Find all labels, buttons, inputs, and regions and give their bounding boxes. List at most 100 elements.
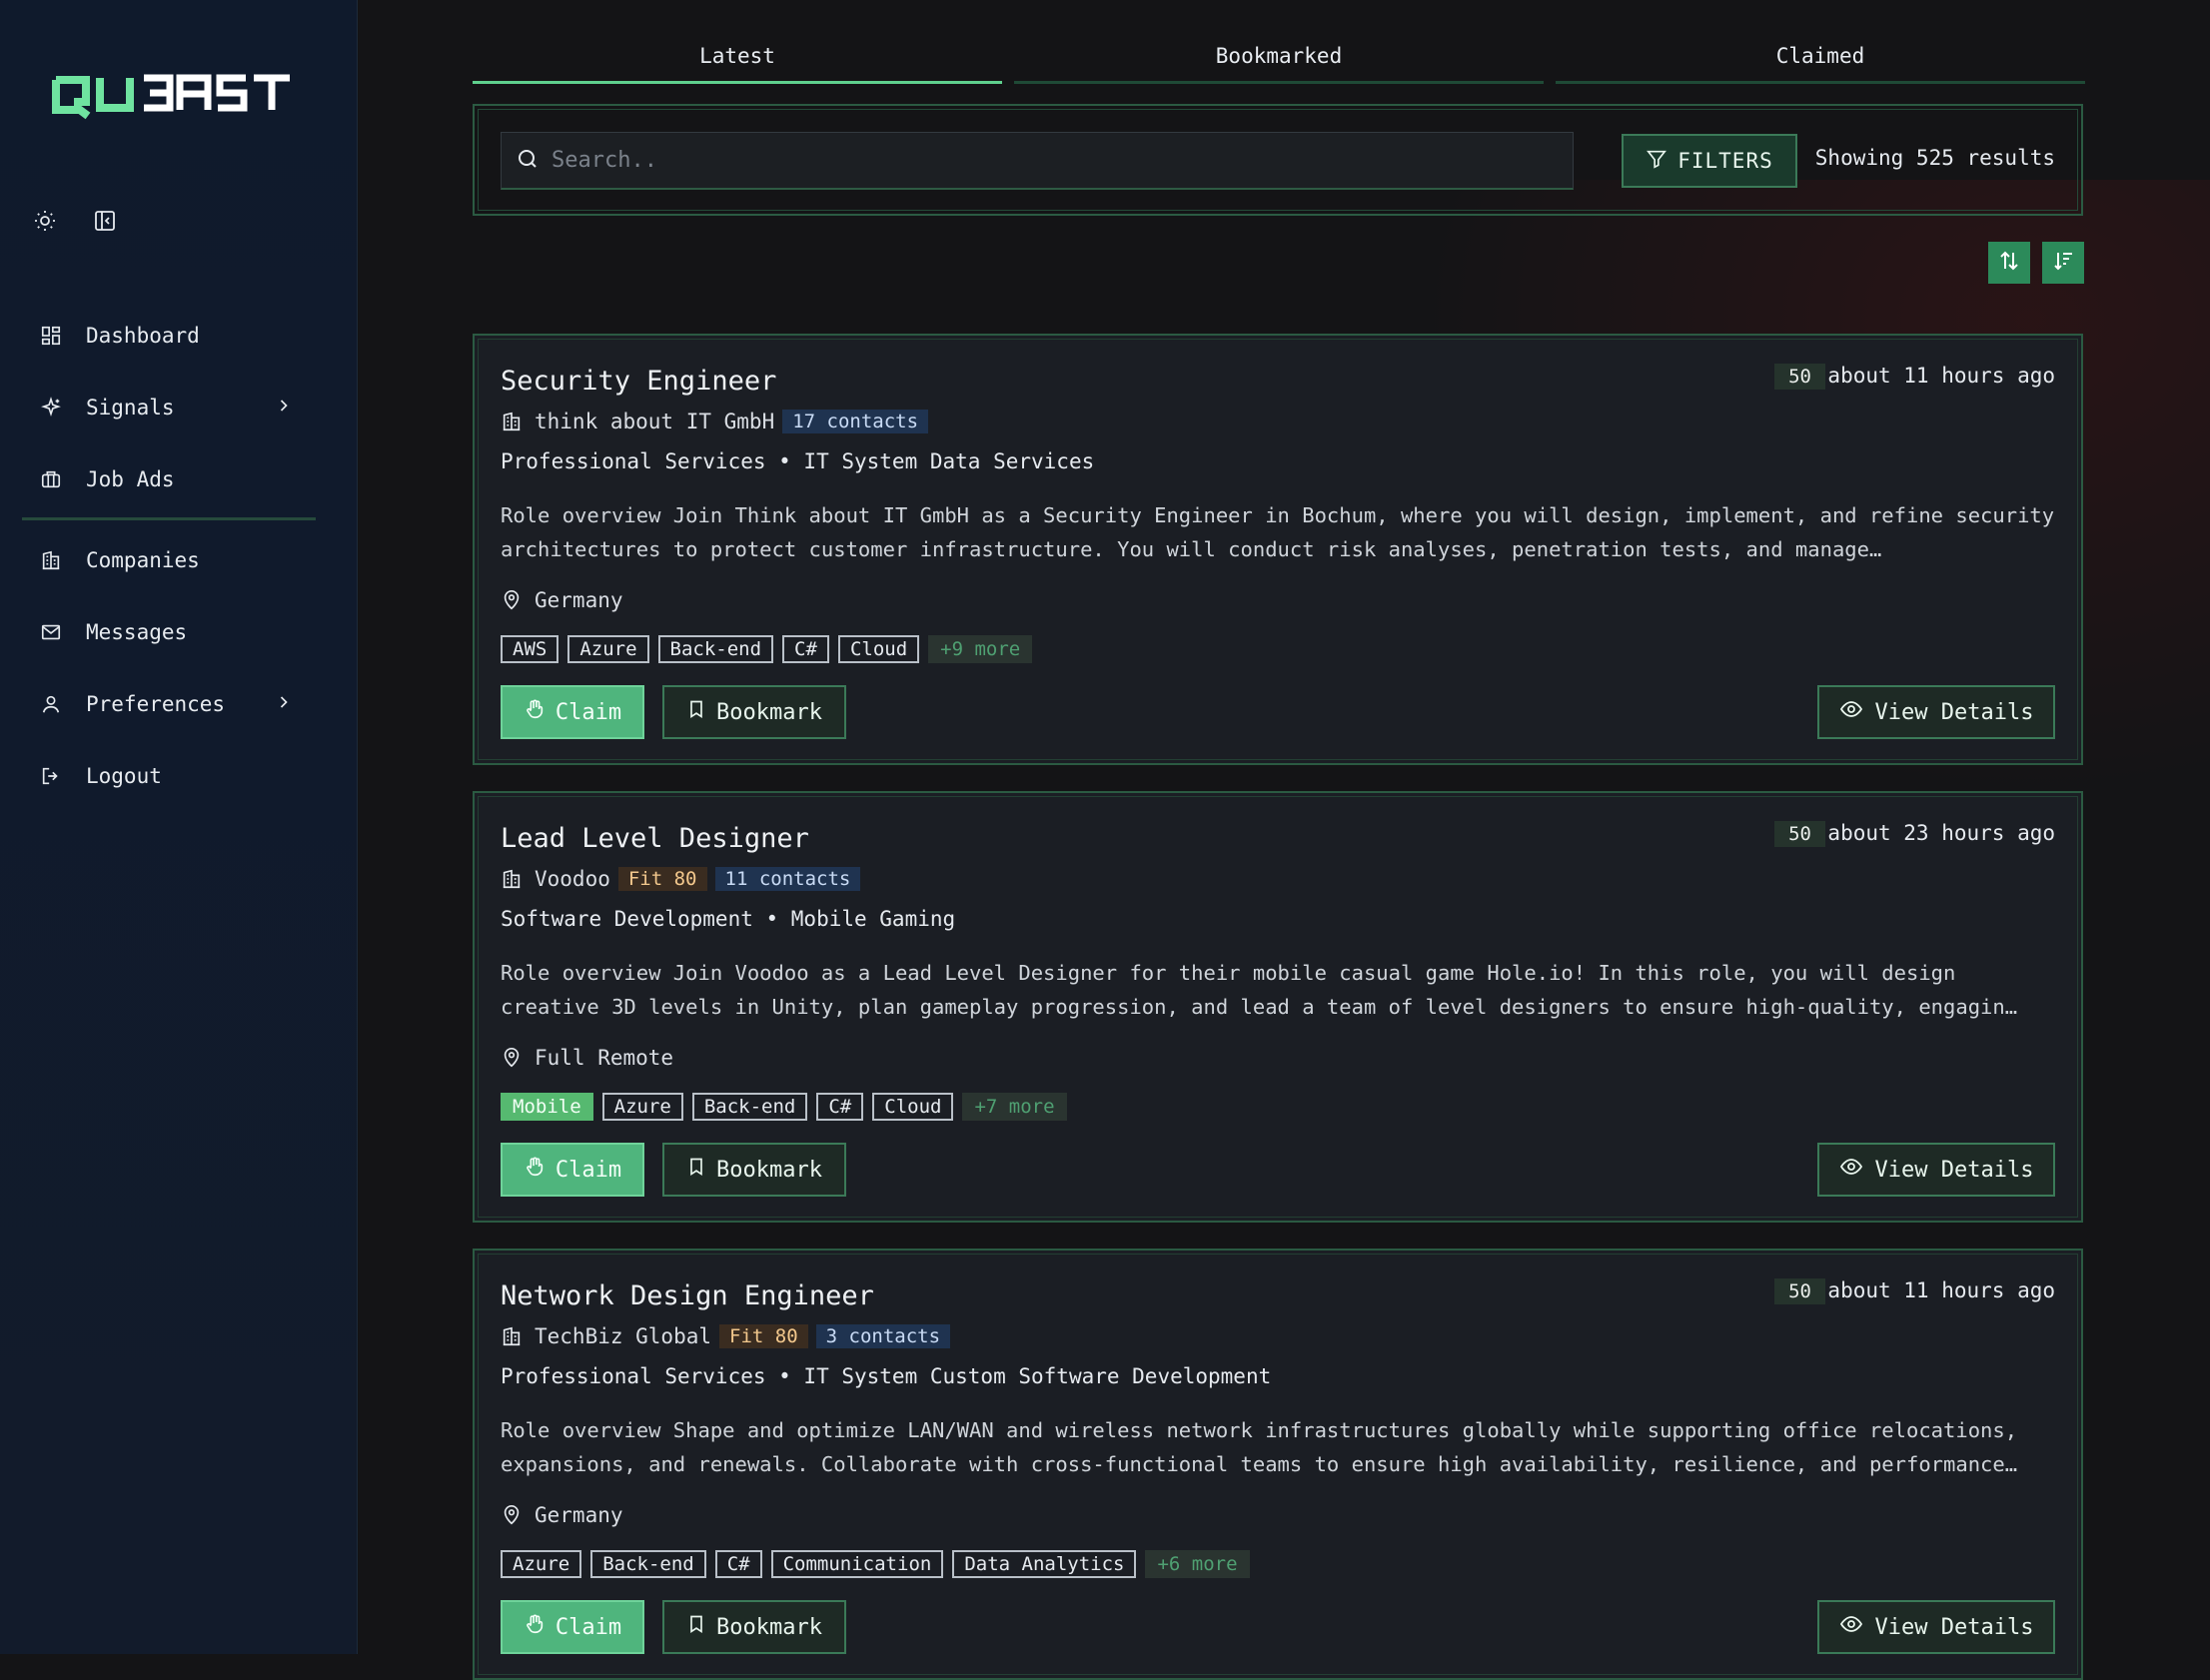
filters-label: FILTERS — [1677, 149, 1773, 173]
contacts-badge[interactable]: 11 contacts — [714, 867, 861, 891]
location-row: Germany — [501, 1503, 623, 1527]
location-row: Germany — [501, 588, 623, 612]
job-title[interactable]: Security Engineer — [501, 366, 776, 397]
contacts-badge[interactable]: 17 contacts — [782, 410, 929, 433]
hand-icon — [524, 1156, 546, 1184]
sidebar-item-dashboard[interactable]: Dashboard — [22, 300, 316, 372]
sidebar-item-preferences[interactable]: Preferences — [22, 668, 316, 740]
sidebar-item-messages[interactable]: Messages — [22, 596, 316, 668]
sort-field-button[interactable] — [2042, 242, 2084, 284]
hand-icon — [524, 698, 546, 726]
job-card[interactable]: Lead Level Designer 50 about 23 hours ag… — [473, 791, 2083, 1223]
company-name[interactable]: think about IT GmbH — [535, 410, 774, 433]
sidebar-item-label: Preferences — [86, 692, 226, 716]
industry-text: Software Development • Mobile Gaming — [501, 907, 956, 931]
skill-tag: Back-end — [691, 1093, 808, 1121]
theme-toggle-sun-icon[interactable] — [30, 206, 60, 236]
skill-tags: Azure Back-end C# Communication Data Ana… — [501, 1550, 1250, 1578]
search-input[interactable] — [550, 147, 1553, 174]
claim-label: Claim — [554, 699, 622, 725]
score-badge: 50 — [1774, 821, 1825, 847]
view-details-label: View Details — [1874, 699, 2034, 725]
posted-time: about 11 hours ago — [1827, 1278, 2055, 1302]
claim-button[interactable]: Claim — [501, 1600, 644, 1654]
bookmark-button[interactable]: Bookmark — [662, 1143, 846, 1197]
job-title[interactable]: Lead Level Designer — [501, 823, 809, 854]
chevron-right-icon — [274, 396, 294, 420]
search-panel: FILTERS Showing 525 results — [473, 104, 2083, 216]
more-tags[interactable]: +7 more — [962, 1093, 1067, 1121]
posted-time: about 23 hours ago — [1827, 821, 2055, 845]
company-row: TechBiz Global Fit 80 3 contacts — [501, 1324, 951, 1348]
claim-button[interactable]: Claim — [501, 1143, 644, 1197]
company-row: Voodoo Fit 80 11 contacts — [501, 867, 861, 891]
sidebar-nav: Dashboard Signals Job Ads Companies Mess… — [22, 300, 316, 812]
sidebar-item-label: Job Ads — [86, 467, 175, 491]
sidebar-item-label: Logout — [86, 764, 162, 788]
fit-badge: Fit 80 — [617, 867, 707, 891]
job-title[interactable]: Network Design Engineer — [501, 1280, 874, 1311]
results-count: Showing 525 results — [1814, 146, 2055, 170]
company-name[interactable]: TechBiz Global — [535, 1324, 711, 1348]
company-row: think about IT GmbH 17 contacts — [501, 410, 929, 433]
skill-tag: C# — [782, 635, 829, 663]
bookmark-label: Bookmark — [716, 699, 822, 725]
more-tags[interactable]: +9 more — [928, 635, 1033, 663]
map-pin-icon — [501, 1504, 523, 1526]
location-row: Full Remote — [501, 1046, 673, 1070]
map-pin-icon — [501, 589, 523, 611]
company-name[interactable]: Voodoo — [535, 867, 610, 891]
app-logo[interactable] — [52, 70, 292, 126]
collapse-sidebar-icon[interactable] — [90, 206, 120, 236]
tab-bookmarked[interactable]: Bookmarked — [1014, 44, 1544, 84]
claim-label: Claim — [554, 1157, 622, 1183]
bookmark-icon — [686, 699, 706, 725]
job-card[interactable]: Network Design Engineer 50 about 11 hour… — [473, 1249, 2083, 1680]
skill-tag: Cloud — [837, 635, 920, 663]
tab-latest[interactable]: Latest — [473, 44, 1002, 84]
skill-tag: Back-end — [657, 635, 774, 663]
view-details-button[interactable]: View Details — [1817, 685, 2055, 739]
skill-tags: Mobile Azure Back-end C# Cloud +7 more — [501, 1093, 1067, 1121]
filters-button[interactable]: FILTERS — [1622, 134, 1797, 188]
sidebar: Dashboard Signals Job Ads Companies Mess… — [0, 0, 358, 1654]
job-card[interactable]: Security Engineer 50 about 11 hours ago … — [473, 334, 2083, 765]
mail-icon — [40, 619, 66, 645]
skill-tag: Communication — [770, 1550, 944, 1578]
skill-tag: AWS — [501, 635, 559, 663]
job-description: Role overview Shape and optimize LAN/WAN… — [501, 1418, 2018, 1476]
skill-tag-highlighted: Mobile — [501, 1093, 593, 1121]
building-icon — [501, 868, 523, 890]
search-field[interactable] — [501, 132, 1574, 190]
sidebar-item-companies[interactable]: Companies — [22, 524, 316, 596]
skill-tag: Cloud — [872, 1093, 954, 1121]
location-text: Germany — [535, 1503, 623, 1527]
skill-tag: Azure — [601, 1093, 683, 1121]
fit-badge: Fit 80 — [719, 1324, 808, 1348]
view-details-button[interactable]: View Details — [1817, 1143, 2055, 1197]
more-tags[interactable]: +6 more — [1145, 1550, 1250, 1578]
eye-icon — [1839, 1155, 1863, 1185]
view-details-button[interactable]: View Details — [1817, 1600, 2055, 1654]
bookmark-button[interactable]: Bookmark — [662, 685, 846, 739]
claim-label: Claim — [554, 1614, 622, 1640]
job-description: Role overview Join Think about IT GmbH a… — [501, 503, 2055, 561]
skill-tag: Azure — [567, 635, 649, 663]
location-text: Full Remote — [535, 1046, 674, 1070]
tab-claimed[interactable]: Claimed — [1556, 44, 2085, 84]
sidebar-item-signals[interactable]: Signals — [22, 372, 316, 443]
logout-icon — [40, 763, 66, 789]
sidebar-item-job-ads[interactable]: Job Ads — [22, 443, 316, 515]
building-icon — [40, 547, 66, 573]
industry-text: Professional Services • IT System Custom… — [501, 1364, 1272, 1388]
active-indicator — [22, 517, 316, 520]
dashboard-icon — [40, 323, 66, 349]
sort-order-button[interactable] — [1988, 242, 2030, 284]
contacts-badge[interactable]: 3 contacts — [815, 1324, 951, 1348]
sort-desc-icon — [2051, 249, 2075, 277]
claim-button[interactable]: Claim — [501, 685, 644, 739]
bookmark-button[interactable]: Bookmark — [662, 1600, 846, 1654]
tab-bar: Latest Bookmarked Claimed — [473, 44, 2085, 84]
skill-tag: C# — [816, 1093, 864, 1121]
sidebar-item-logout[interactable]: Logout — [22, 740, 316, 812]
